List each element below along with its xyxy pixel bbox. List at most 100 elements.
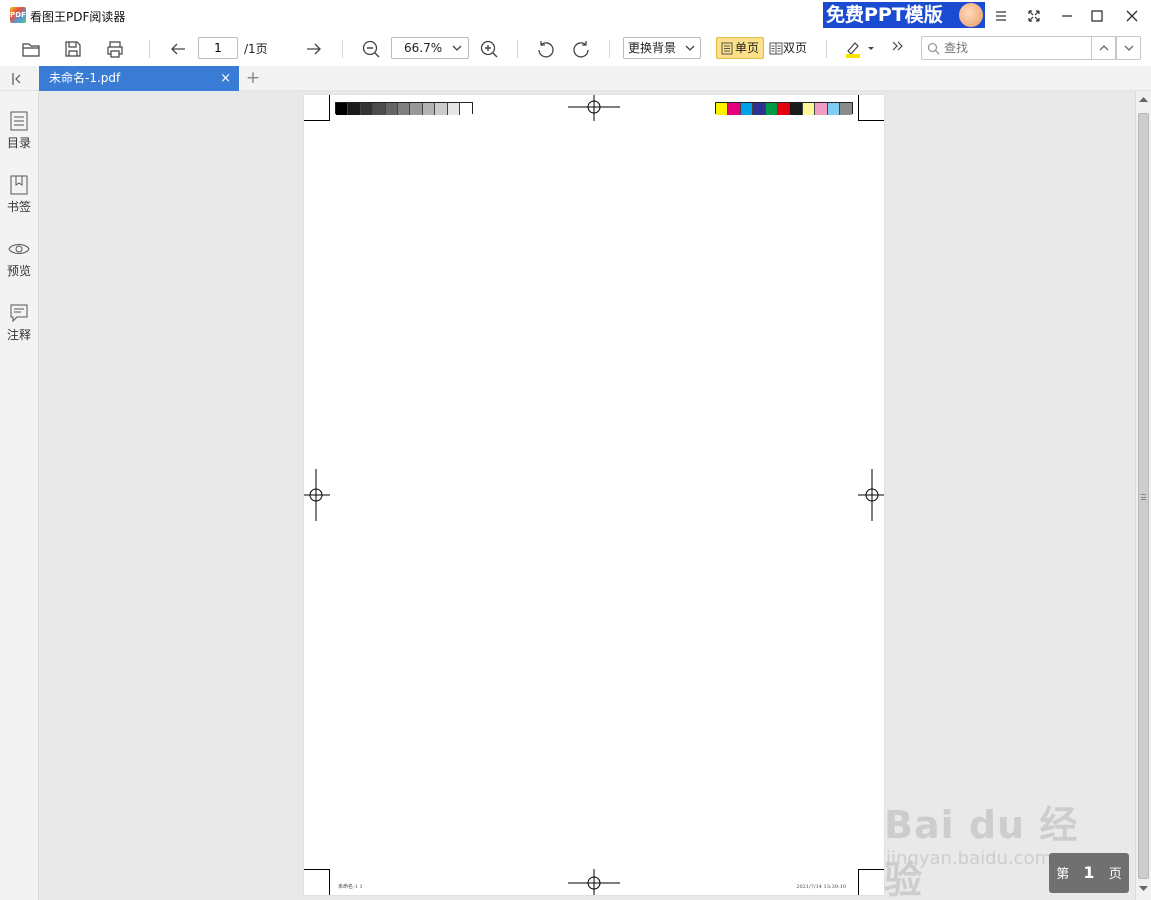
- zoom-in-button[interactable]: [476, 36, 502, 62]
- single-page-icon: [721, 42, 733, 55]
- tab-bar: 未命名-1.pdf × +: [0, 66, 1151, 91]
- color-swatch: [447, 103, 460, 115]
- registration-mark-icon: [858, 469, 884, 521]
- color-swatch: [839, 103, 853, 115]
- color-swatch: [815, 103, 828, 115]
- color-swatch: [373, 103, 386, 115]
- add-tab-button[interactable]: +: [244, 68, 262, 88]
- fullscreen-button[interactable]: [1022, 4, 1046, 28]
- chevron-down-icon: [452, 45, 462, 51]
- toolbar-divider: [826, 40, 827, 58]
- sidebar-item-preview[interactable]: 预览: [0, 239, 38, 289]
- scrollbar-thumb[interactable]: [1138, 113, 1149, 879]
- page-indicator: 第 1 页: [1049, 853, 1129, 893]
- double-page-label: 双页: [783, 41, 808, 55]
- menu-button[interactable]: [989, 4, 1013, 28]
- zoom-out-icon: [362, 40, 380, 58]
- app-logo: PDF: [10, 7, 26, 23]
- toolbar-divider: [609, 40, 610, 58]
- page-indicator-number: 1: [1083, 863, 1095, 882]
- promo-banner[interactable]: 免费PPT模版: [823, 2, 985, 28]
- color-swatch: [360, 103, 374, 115]
- printer-icon: [107, 41, 123, 58]
- sidebar-item-annotations[interactable]: 注释: [0, 303, 38, 353]
- zoom-in-icon: [480, 40, 498, 58]
- tab-close-icon[interactable]: ×: [220, 66, 231, 91]
- sidebar-item-toc[interactable]: 目录: [0, 111, 38, 161]
- collapse-left-icon: [12, 73, 21, 85]
- next-page-button[interactable]: [301, 36, 327, 62]
- toolbar: /1页 66.7% 更换背景 单页 双页: [0, 32, 1151, 66]
- document-viewport[interactable]: 未命名-1 1 2021/7/14 13:39:10: [39, 91, 1135, 900]
- color-swatch: [728, 103, 741, 115]
- single-page-button[interactable]: 单页: [716, 37, 764, 59]
- sidebar-item-bookmarks[interactable]: 书签: [0, 175, 38, 225]
- minimize-icon: [1062, 15, 1072, 17]
- toolbar-divider: [342, 40, 343, 58]
- zoom-value: 66.7%: [404, 41, 443, 55]
- color-swatch: [397, 103, 411, 115]
- close-icon: [1126, 10, 1138, 22]
- search-input[interactable]: [944, 39, 1084, 57]
- tab-document[interactable]: 未命名-1.pdf ×: [39, 66, 239, 91]
- crop-mark: [304, 95, 330, 121]
- arrow-left-icon: [171, 43, 185, 55]
- sidebar-item-label: 预览: [6, 264, 31, 278]
- search-prev-button[interactable]: [1091, 36, 1116, 60]
- chevron-up-icon: [1099, 45, 1108, 51]
- rotate-left-button[interactable]: [533, 36, 559, 62]
- page-indicator-suffix: 页: [1108, 867, 1122, 882]
- fullscreen-icon: [1028, 10, 1040, 22]
- minimize-button[interactable]: [1055, 4, 1079, 28]
- open-file-button[interactable]: [18, 36, 44, 62]
- search-icon: [927, 42, 940, 55]
- scrollbar-grip: [1141, 494, 1146, 500]
- save-icon: [65, 41, 81, 57]
- color-swatch: [422, 103, 436, 115]
- collapse-sidebar-button[interactable]: [9, 71, 25, 87]
- more-tools-button[interactable]: [886, 36, 908, 62]
- zoom-out-button[interactable]: [358, 36, 384, 62]
- color-swatch: [348, 103, 361, 115]
- print-button[interactable]: [102, 36, 128, 62]
- crop-mark: [304, 869, 330, 895]
- grayscale-color-bar: [335, 102, 474, 115]
- close-window-button[interactable]: [1120, 4, 1144, 28]
- color-swatch: [435, 103, 448, 115]
- tab-label: 未命名-1.pdf: [49, 71, 121, 85]
- pdf-page: 未命名-1 1 2021/7/14 13:39:10: [304, 95, 884, 895]
- color-swatch: [410, 103, 423, 115]
- rotate-right-button[interactable]: [568, 36, 594, 62]
- crop-mark: [858, 869, 884, 895]
- list-icon: [10, 111, 28, 131]
- chevron-down-icon: [685, 45, 695, 51]
- title-bar: PDF 看图王PDF阅读器 免费PPT模版: [0, 0, 1151, 32]
- color-swatch: [716, 103, 729, 115]
- comment-icon: [10, 304, 28, 323]
- maximize-button[interactable]: [1085, 4, 1109, 28]
- color-swatch: [336, 103, 349, 115]
- vertical-scrollbar[interactable]: [1135, 91, 1151, 900]
- zoom-select[interactable]: 66.7%: [391, 37, 469, 59]
- promo-label: 免费PPT模版: [826, 4, 943, 26]
- color-swatch: [765, 103, 778, 115]
- save-button[interactable]: [60, 36, 86, 62]
- page-number-input[interactable]: [198, 37, 238, 59]
- scroll-up-icon: [1139, 97, 1148, 102]
- prev-page-button[interactable]: [165, 36, 191, 62]
- color-swatch: [753, 103, 766, 115]
- color-swatch: [777, 103, 791, 115]
- highlighter-icon: [846, 42, 874, 58]
- folder-icon: [22, 43, 40, 57]
- double-page-button[interactable]: 双页: [764, 37, 812, 59]
- change-background-select[interactable]: 更换背景: [623, 37, 701, 59]
- search-next-button[interactable]: [1116, 36, 1141, 60]
- color-swatch: [740, 103, 754, 115]
- highlight-button[interactable]: [841, 36, 877, 62]
- registration-mark-icon: [568, 869, 620, 895]
- maximize-icon: [1091, 10, 1103, 22]
- color-swatch: [790, 103, 803, 115]
- double-chevron-right-icon: [892, 41, 903, 51]
- crop-mark: [858, 95, 884, 121]
- search-box[interactable]: [921, 36, 1091, 60]
